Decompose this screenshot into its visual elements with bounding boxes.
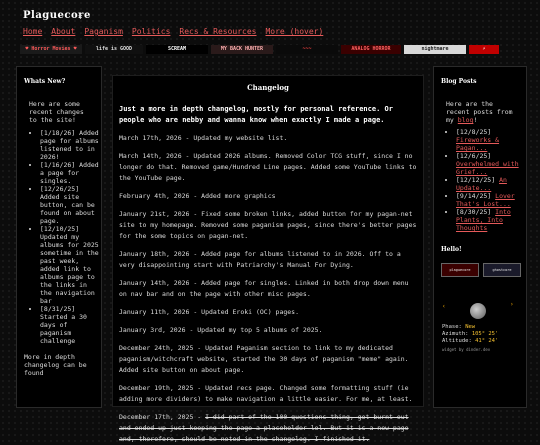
change-text: Started a 30 days of paganism challenge [40,313,87,345]
site-button-1[interactable]: plaguecore [441,263,479,277]
changelog-entry: December 17th, 2025 - I did part of the … [119,412,419,445]
blog-post-item: [8/30/25] Into Plants, Into Thoughts [456,208,526,232]
azimuth-value: 105° 25' [471,331,499,337]
change-date: [8/31/25] [40,305,76,313]
changelog-heading: Changelog [247,83,289,92]
changelog-entry: December 19th, 2025 - Updated recs page.… [119,384,413,403]
change-text: Added site button, can be found on about… [40,193,95,225]
site-banner[interactable]: ♥ Horror Movies ♥ [20,45,82,54]
site-banner[interactable]: SCREAM [146,45,208,54]
nav-recs-link[interactable]: Recs & Resources [179,27,256,36]
changelog-entries: March 17th, 2026 - Updated my website li… [113,133,423,405]
blog-posts-heading: Blog Posts [441,78,477,85]
post-link[interactable]: Fireworks & Pagan... [456,136,499,152]
changelog-entry: January 3rd, 2026 - Updated my top 5 alb… [119,326,323,334]
entry-date: December 17th, 2025 - [119,413,206,421]
changelog-entry: December 24th, 2025 - Updated Paganism s… [119,344,409,374]
changelog-panel: Changelog Just a more in depth changelog… [112,75,424,443]
site-banner[interactable]: life is GOOD [85,45,143,54]
nav-paganism-link[interactable]: Paganism [84,27,123,36]
site-buttons: plaguecore ghostcore [441,263,526,277]
top-navigation: Home About Paganism Politics Recs & Reso… [23,27,323,36]
nav-more-link[interactable]: More (hover) [265,27,323,36]
moon-icon [470,303,486,319]
change-text: Updated my albums for 2025 sometime in t… [40,233,99,305]
changelog-entry: January 14th, 2026 - Added page for sing… [119,279,409,298]
change-item: [1/18/26] Added page for albums listened… [40,129,101,161]
nav-home-link[interactable]: Home [23,27,42,36]
blog-post-item: [12/8/25] Fireworks & Pagan... [456,128,526,152]
changelog-entry: March 14th, 2026 - Updated 2026 albums. … [119,152,417,182]
change-date: [1/18/26] [40,129,76,137]
changelog-entry: January 18th, 2026 - Added page for albu… [119,250,401,269]
changelog-entry: February 4th, 2026 - Added more graphics [119,192,276,200]
azimuth-label: Azimuth: [442,331,469,337]
post-date: [12/8/25] [456,128,492,136]
nav-about-link[interactable]: About [51,27,75,36]
widget-credit[interactable]: widget by dinder.dev [442,347,490,352]
site-banner[interactable]: ⚡ [469,45,499,54]
post-date: [9/14/25] [456,192,492,200]
moon-phase-widget: ‹ › Phase: New Azimuth: 105° 25' Altitud… [440,291,520,359]
blog-posts-sidebar: Blog Posts Here are the recent posts fro… [433,66,527,408]
changelog-entry: January 21st, 2026 - Fixed some broken l… [119,210,417,240]
blog-post-item: [12/12/25] An Update... [456,176,526,192]
post-date: [12/6/25] [456,152,492,160]
changelog-note: More in depth changelog can be found [24,353,87,377]
post-date: [12/12/25] [456,176,496,184]
change-date: [12/26/25] [40,185,80,193]
nav-politics-link[interactable]: Politics [132,27,171,36]
site-banner[interactable]: nightmare [404,45,466,54]
next-arrow-icon[interactable]: › [510,301,514,308]
change-item: [8/31/25] Started a 30 days of paganism … [40,305,101,345]
blog-link[interactable]: blog [458,116,474,124]
change-item: [12/26/25] Added site button, can be fou… [40,185,101,225]
change-item: [12/10/25] Updated my albums for 2025 so… [40,225,101,305]
change-item: [1/16/26] Added a page for singles. [40,161,101,185]
changelog-entry: March 17th, 2026 - Updated my website li… [119,134,288,142]
banner-strip: ♥ Horror Movies ♥ life is GOOD SCREAM MY BA… [20,45,522,54]
previous-arrow-icon[interactable]: ‹ [442,303,446,310]
site-banner[interactable]: ~~~ [276,45,338,54]
changelog-intro: Just a more in depth changelog, mostly f… [119,105,393,124]
whats-new-heading: Whats New? [24,78,66,85]
hello-heading: Hello! [441,246,462,253]
blog-post-list: [12/8/25] Fireworks & Pagan...[12/6/25] … [434,128,526,232]
site-banner[interactable]: MY BACK HUNTER [211,45,273,54]
altitude-value: 41° 24' [475,338,499,344]
blog-post-item: [12/6/25] Overwhelmed with Grief... [456,152,526,176]
change-date: [1/16/26] [40,161,76,169]
change-date: [12/10/25] [40,225,80,233]
phase-value: New [465,324,476,330]
post-link[interactable]: Overwhelmed with Grief... [456,160,519,176]
recent-changes-list: [1/18/26] Added page for albums listened… [17,129,101,345]
moon-info: Phase: New Azimuth: 105° 25' Altitude: 4… [442,324,498,345]
intro-suffix: ! [473,116,478,124]
blog-posts-intro: Here are the recent posts from my blog! [446,100,520,124]
site-button-2[interactable]: ghostcore [483,263,521,277]
site-banner[interactable]: ANALOG HORROR [341,45,401,54]
changelog-entry: January 11th, 2026 - Updated Eroki (OC) … [119,308,300,316]
intro-text: Here are the recent posts from my [446,100,513,124]
phase-label: Phase: [442,324,462,330]
whats-new-intro: Here are some recent changes to the site… [29,100,84,124]
cross-icon: ✝ [78,12,83,21]
blog-post-item: [9/14/25] Lover That's Lost... [456,192,526,208]
altitude-label: Altitude: [442,338,472,344]
post-date: [8/30/25] [456,208,492,216]
whats-new-sidebar: Whats New? Here are some recent changes … [16,66,102,408]
